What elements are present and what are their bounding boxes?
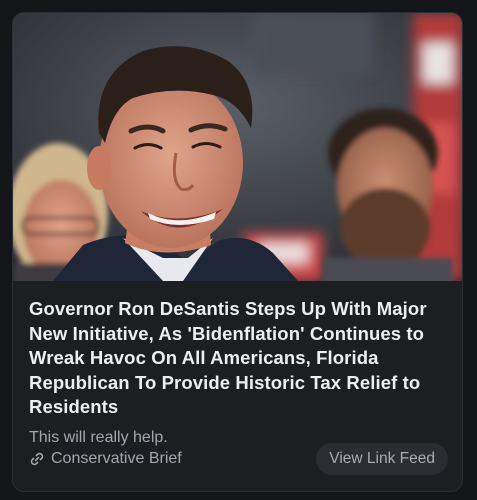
link-icon — [29, 451, 45, 467]
article-photo[interactable] — [13, 13, 462, 281]
link-card[interactable]: Governor Ron DeSantis Steps Up With Majo… — [12, 12, 463, 492]
card-body: Governor Ron DeSantis Steps Up With Majo… — [13, 281, 462, 448]
article-headline[interactable]: Governor Ron DeSantis Steps Up With Majo… — [29, 297, 446, 420]
card-footer: Conservative Brief View Link Feed — [29, 443, 448, 475]
page: Governor Ron DeSantis Steps Up With Majo… — [0, 0, 477, 500]
source-name: Conservative Brief — [51, 450, 182, 467]
source-link[interactable]: Conservative Brief — [29, 450, 182, 468]
view-link-feed-button[interactable]: View Link Feed — [316, 443, 448, 475]
